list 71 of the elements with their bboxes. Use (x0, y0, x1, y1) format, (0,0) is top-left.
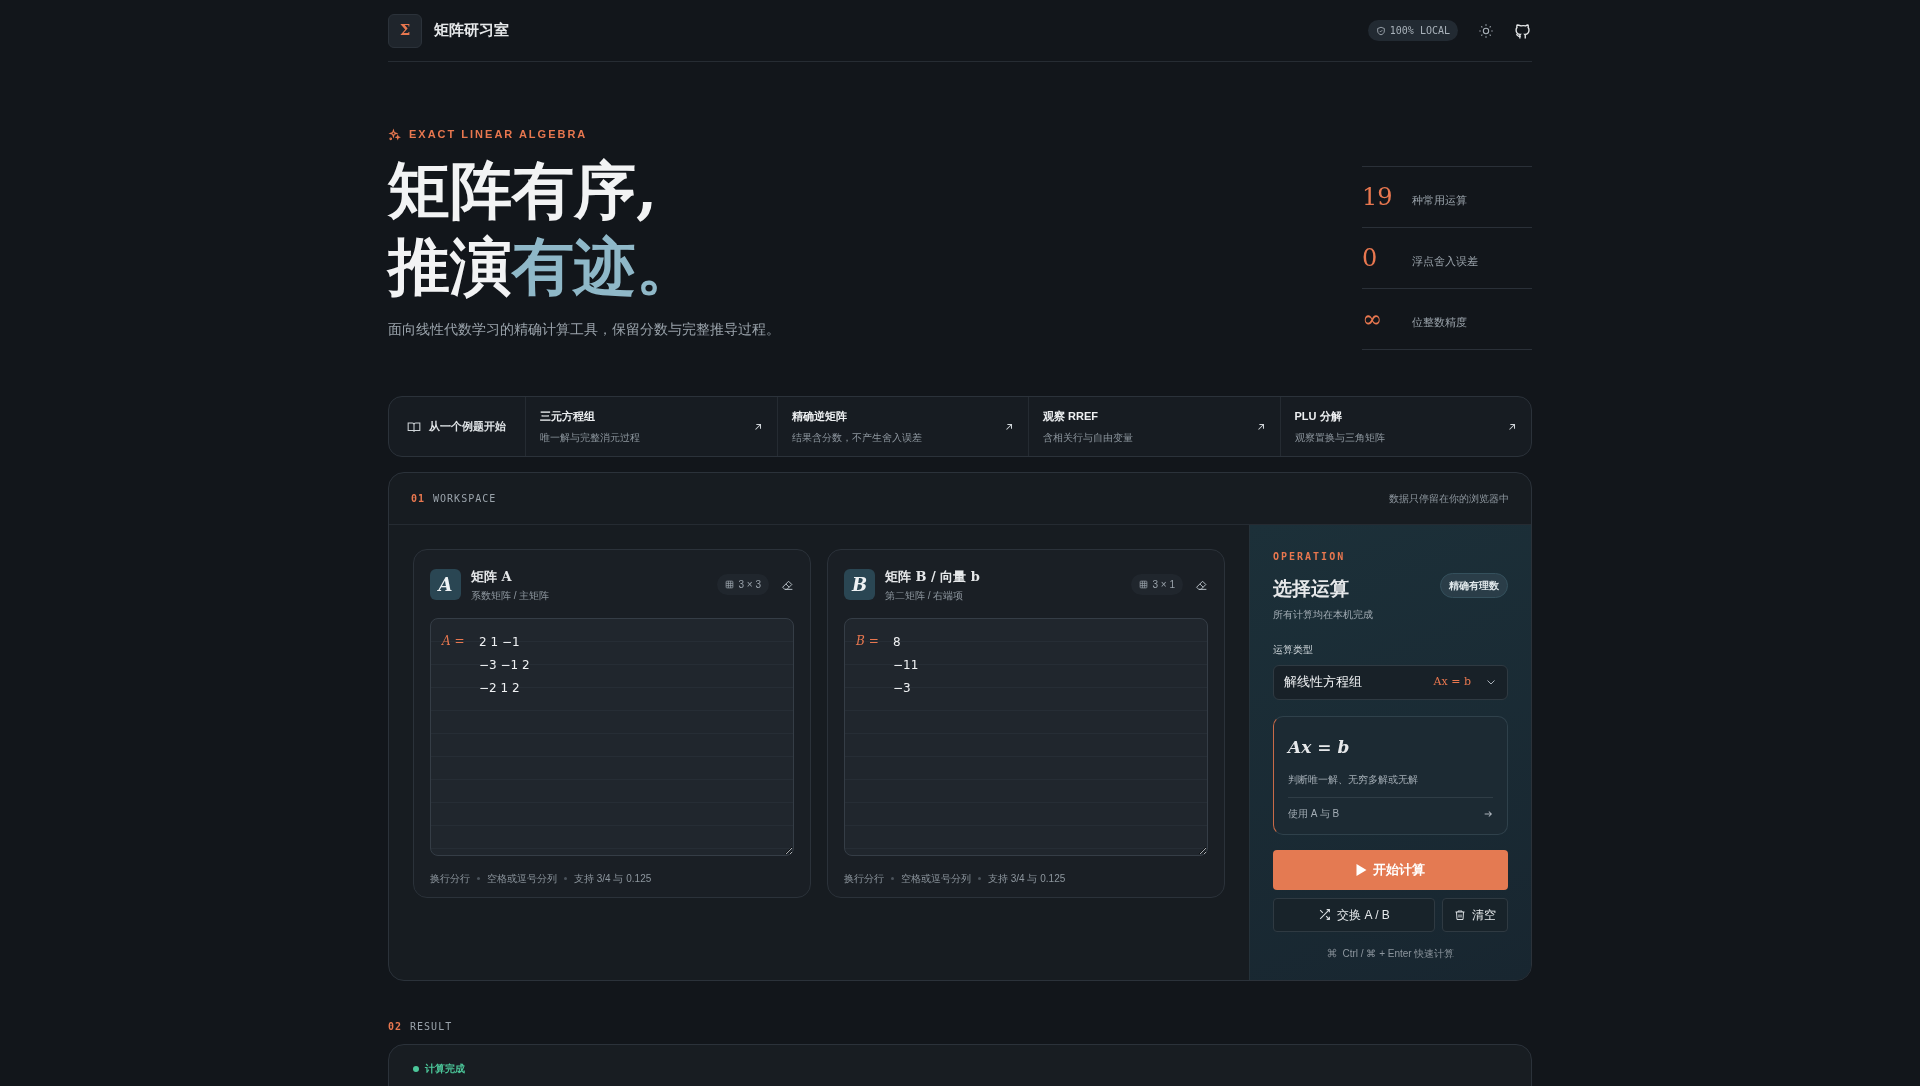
eraser-icon[interactable] (781, 578, 794, 592)
swap-button[interactable]: 交换 A / B (1273, 897, 1435, 932)
card-description: 判断唯一解、无穷多解或无解 (1288, 773, 1419, 787)
uses-label: 使用 A 与 B (1288, 807, 1340, 821)
size-badge: 3 × 1 (1131, 574, 1183, 596)
operation-eyebrow: OPERATION (1273, 550, 1347, 564)
app-title: 矩阵研习室 (434, 20, 509, 42)
play-icon (1356, 863, 1367, 876)
matrix-variable: A = (442, 632, 465, 650)
section-number: 01 (411, 492, 426, 506)
stat-value: 19 (1362, 182, 1394, 213)
book-icon (407, 419, 421, 434)
matrix-letter-icon: B (844, 569, 875, 601)
status-label: 计算完成 (425, 1062, 465, 1076)
logo-icon: Σ (388, 13, 422, 48)
input-hint: 空格或逗号分列 (901, 871, 971, 886)
input-hint: 支持 3/4 与 0.125 (988, 871, 1066, 886)
headline: 矩阵有序, (388, 152, 659, 229)
stat-label: 种常用运算 (1412, 192, 1467, 208)
rational-badge: 精确有理数 (1440, 573, 1508, 598)
github-icon[interactable] (1514, 21, 1532, 40)
section-label: RESULT (410, 1020, 453, 1034)
operation-subtitle: 所有计算均在本机完成 (1273, 607, 1373, 622)
example-item[interactable]: PLU 分解 观察置换与三角矩阵 (1280, 397, 1531, 456)
headline: 推演 (388, 228, 512, 305)
stat-label: 浮点舍入误差 (1412, 253, 1478, 269)
select-formula: Ax = b (1433, 673, 1471, 690)
input-hint: 空格或逗号分列 (487, 871, 557, 886)
matrix-variable: B = (856, 632, 879, 650)
hero-subtitle: 面向线性代数学习的精确计算工具，保留分数与完整推导过程。 (388, 319, 780, 339)
matrix-subtitle: 第二矩阵 / 右端项 (885, 588, 965, 603)
input-hint: 换行分行 (844, 871, 884, 886)
trash-icon (1454, 908, 1466, 921)
field-label: 运算类型 (1273, 642, 1314, 657)
operation-select[interactable]: 解线性方程组 Ax = b (1273, 664, 1508, 700)
stat-label: 位整数精度 (1412, 314, 1467, 330)
matrix-subtitle: 系数矩阵 / 主矩阵 (471, 588, 550, 603)
example-item[interactable]: 三元方程组 唯一解与完整消元过程 (526, 397, 778, 456)
shield-icon (1375, 25, 1386, 36)
example-item[interactable]: 精确逆矩阵 结果含分数，不产生舍入误差 (777, 397, 1029, 456)
size-badge: 3 × 3 (717, 574, 769, 596)
card-formula: Ax = b (1288, 735, 1351, 759)
command-icon (1326, 948, 1337, 958)
section-label: WORKSPACE (433, 492, 497, 506)
stat-value: ∞ (1362, 304, 1383, 335)
matrix-title: 矩阵 A (471, 568, 513, 586)
matrix-letter-icon: A (430, 569, 461, 601)
privacy-note: 数据只停留在你的浏览器中 (1389, 492, 1509, 506)
input-hint: 换行分行 (430, 871, 470, 886)
headline-accent: 有迹 (512, 228, 636, 305)
local-badge: 100% LOCAL (1367, 20, 1458, 41)
shuffle-icon (1318, 908, 1332, 921)
stat-value: 0 (1362, 243, 1379, 274)
operation-title: 选择运算 (1273, 576, 1350, 601)
input-hint: 支持 3/4 与 0.125 (574, 871, 652, 886)
matrix-title: 矩阵 B / 向量 b (885, 568, 980, 586)
clear-button[interactable]: 清空 (1442, 897, 1508, 932)
arrow-icon (1004, 421, 1014, 432)
headline-period: 。 (636, 228, 698, 305)
grid-icon (1139, 580, 1149, 590)
example-item[interactable]: 观察 RREF 含相关行与自由变量 (1029, 397, 1281, 456)
grid-icon (725, 580, 735, 590)
sparkle-icon (388, 127, 401, 141)
eraser-icon[interactable] (1195, 578, 1208, 592)
arrow-icon (1507, 421, 1517, 432)
section-number: 02 (388, 1020, 403, 1034)
hero-eyebrow: EXACT LINEAR ALGEBRA (409, 127, 588, 142)
intro-label: 从一个例题开始 (429, 419, 506, 435)
sun-icon[interactable] (1478, 22, 1494, 39)
shortcut-hint: Ctrl / ⌘ + Enter 快速计算 (1342, 946, 1455, 961)
arrow-right-icon (1483, 808, 1493, 819)
